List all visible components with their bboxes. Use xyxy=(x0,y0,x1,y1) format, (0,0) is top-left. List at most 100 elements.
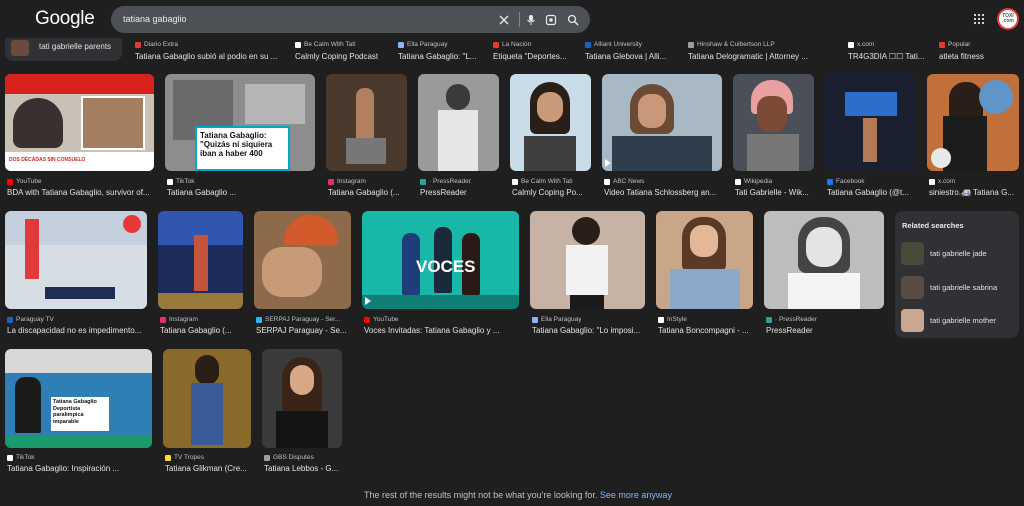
video-caption: DOS DÉCADAS SIN CONSUELO xyxy=(9,157,86,163)
top-result-item[interactable]: Be Calm With Tati Calmly Coping Podcast xyxy=(295,40,378,61)
becalm-icon xyxy=(512,178,518,185)
result-title: PressReader xyxy=(766,326,813,335)
lens-icon[interactable] xyxy=(542,11,559,28)
result-title: Tatiana Gabaglio: "Lo imposi... xyxy=(532,326,641,335)
top-result-item[interactable]: La Nación Etiqueta "Deportes... xyxy=(493,40,567,61)
result-source: Be Calm With Tati xyxy=(295,40,378,49)
tiktok-icon xyxy=(167,178,173,185)
result-thumbnail xyxy=(262,349,342,448)
result-source: Facebook xyxy=(827,178,865,185)
gbs-icon xyxy=(264,454,270,461)
result-thumbnail xyxy=(656,211,753,309)
search-icon[interactable] xyxy=(564,11,581,28)
top-result-item[interactable]: Diario Extra Tatiana Gabaglio subió al po… xyxy=(135,40,277,61)
microphone-icon[interactable] xyxy=(522,11,539,28)
result-source: · PressReader xyxy=(420,178,471,185)
result-source: Paraguay TV xyxy=(7,316,54,323)
source-favicon-icon xyxy=(585,41,591,48)
related-searches-panel: Related searches tati gabrielle jade tat… xyxy=(895,211,1019,338)
result-thumbnail xyxy=(5,211,147,309)
related-search-label: tati gabrielle jade xyxy=(930,249,987,258)
top-result-item[interactable]: x.com TR4G3DIA ☐☐ Tati... xyxy=(848,40,924,61)
result-thumbnail xyxy=(326,74,407,171)
paraguay-tv-icon xyxy=(7,316,13,323)
source-favicon-icon xyxy=(688,41,694,48)
result-thumbnail: DOS DÉCADAS SIN CONSUELO xyxy=(5,74,154,171)
youtube-icon xyxy=(7,178,13,185)
source-favicon-icon xyxy=(295,41,301,48)
result-source: InStyle xyxy=(658,316,687,323)
result-source: Ella Paraguay xyxy=(398,40,476,49)
related-searches-header: Related searches xyxy=(902,221,964,230)
result-source: Be Calm With Tati xyxy=(512,178,573,185)
clear-icon[interactable] xyxy=(495,11,512,28)
source-favicon-icon xyxy=(848,41,854,48)
apps-grid-icon[interactable] xyxy=(973,13,985,25)
result-source: Hinshaw & Culbertson LLP xyxy=(688,40,808,49)
top-result-item[interactable]: Hinshaw & Culbertson LLP Tatiana Delogram… xyxy=(688,40,808,61)
result-title: Calmly Coping Po... xyxy=(512,188,583,197)
result-thumbnail: VOCES xyxy=(362,211,519,309)
result-title: Tatiana Gabaglio (... xyxy=(328,188,400,197)
related-thumbnail xyxy=(901,309,924,332)
result-title: PressReader xyxy=(420,188,467,197)
result-title: Tatiana Glikman (Cre... xyxy=(165,464,247,473)
google-logo[interactable]: Google xyxy=(35,8,95,30)
see-more-link[interactable]: See more anyway xyxy=(600,490,672,500)
ella-paraguay-icon xyxy=(532,316,538,323)
search-input[interactable]: tatiana gabaglio xyxy=(123,14,187,24)
result-source: Ella Paraguay xyxy=(532,316,581,323)
abc-news-icon xyxy=(604,178,610,185)
result-title: Tatiana Gabaglio ... xyxy=(167,188,236,197)
source-favicon-icon xyxy=(135,41,141,48)
search-divider xyxy=(519,12,520,27)
result-title: Tatiana Glebova | Alli... xyxy=(585,52,667,61)
more-results-text: The rest of the results might not be wha… xyxy=(364,490,598,500)
account-avatar[interactable]: TOXI .com xyxy=(997,8,1019,30)
result-title: Tatiana Gabaglio (... xyxy=(160,326,232,335)
result-source: TikTok xyxy=(167,178,195,185)
top-result-item[interactable]: Alliant University Tatiana Glebova | Alli… xyxy=(585,40,666,61)
facebook-icon xyxy=(827,178,833,185)
result-source: x.com xyxy=(848,40,924,49)
result-thumbnail xyxy=(927,74,1019,171)
play-icon xyxy=(365,297,371,305)
result-title: atleta fitness xyxy=(939,52,984,61)
tiktok-icon xyxy=(7,454,13,461)
related-chip[interactable]: tati gabrielle parents xyxy=(5,38,122,61)
related-search-item[interactable]: tati gabrielle jade xyxy=(899,240,1015,266)
top-result-item[interactable]: Popular atleta fitness xyxy=(939,40,984,61)
result-title: Tatiana Delogramatic | Attorney ... xyxy=(688,52,808,61)
result-title: TR4G3DIA ☐☐ Tati... xyxy=(848,52,925,61)
result-source: ABC News xyxy=(604,178,644,185)
overlay-caption: Tatiana Gabaglio Deportista paralímpica … xyxy=(51,397,109,431)
related-search-item[interactable]: tati gabrielle sabrina xyxy=(899,274,1015,300)
result-title: Tatiana Gabaglio (@t... xyxy=(827,188,909,197)
result-title: Tatiana Boncompagni - ... xyxy=(658,326,749,335)
related-thumbnail xyxy=(901,276,924,299)
related-search-item[interactable]: tati gabrielle mother xyxy=(899,307,1015,333)
serpaj-icon xyxy=(256,316,262,323)
result-source: TV Tropes xyxy=(165,454,204,461)
search-box[interactable]: tatiana gabaglio xyxy=(111,6,590,33)
result-title: Video Tatiana Schlossberg an... xyxy=(604,188,717,197)
result-title: siniestro.🚑 Tatiana G... xyxy=(929,188,1014,197)
related-search-label: tati gabrielle mother xyxy=(930,316,996,325)
result-thumbnail: Tatiana Gabaglio Deportista paralímpica … xyxy=(5,349,152,448)
wikipedia-icon xyxy=(735,178,741,185)
x-icon xyxy=(929,178,935,185)
more-results-note: The rest of the results might not be wha… xyxy=(0,490,1024,500)
result-title: La discapacidad no es impedimento... xyxy=(7,326,142,335)
result-thumbnail xyxy=(733,74,814,171)
result-source: Instagram xyxy=(328,178,366,185)
instyle-icon xyxy=(658,316,664,323)
instagram-icon xyxy=(328,178,334,185)
result-title: SERPAJ Paraguay - Se... xyxy=(256,326,347,335)
result-source: YouTube xyxy=(364,316,399,323)
result-thumbnail xyxy=(163,349,251,448)
chip-label: tati gabrielle parents xyxy=(39,42,112,51)
voces-title: VOCES xyxy=(416,257,476,276)
result-thumbnail: Tatiana Gabaglio: "Quizás ni siquiera ib… xyxy=(165,74,315,171)
top-result-item[interactable]: Ella Paraguay Tatiana Gabaglio: "L... xyxy=(398,40,476,61)
instagram-icon xyxy=(160,316,166,323)
